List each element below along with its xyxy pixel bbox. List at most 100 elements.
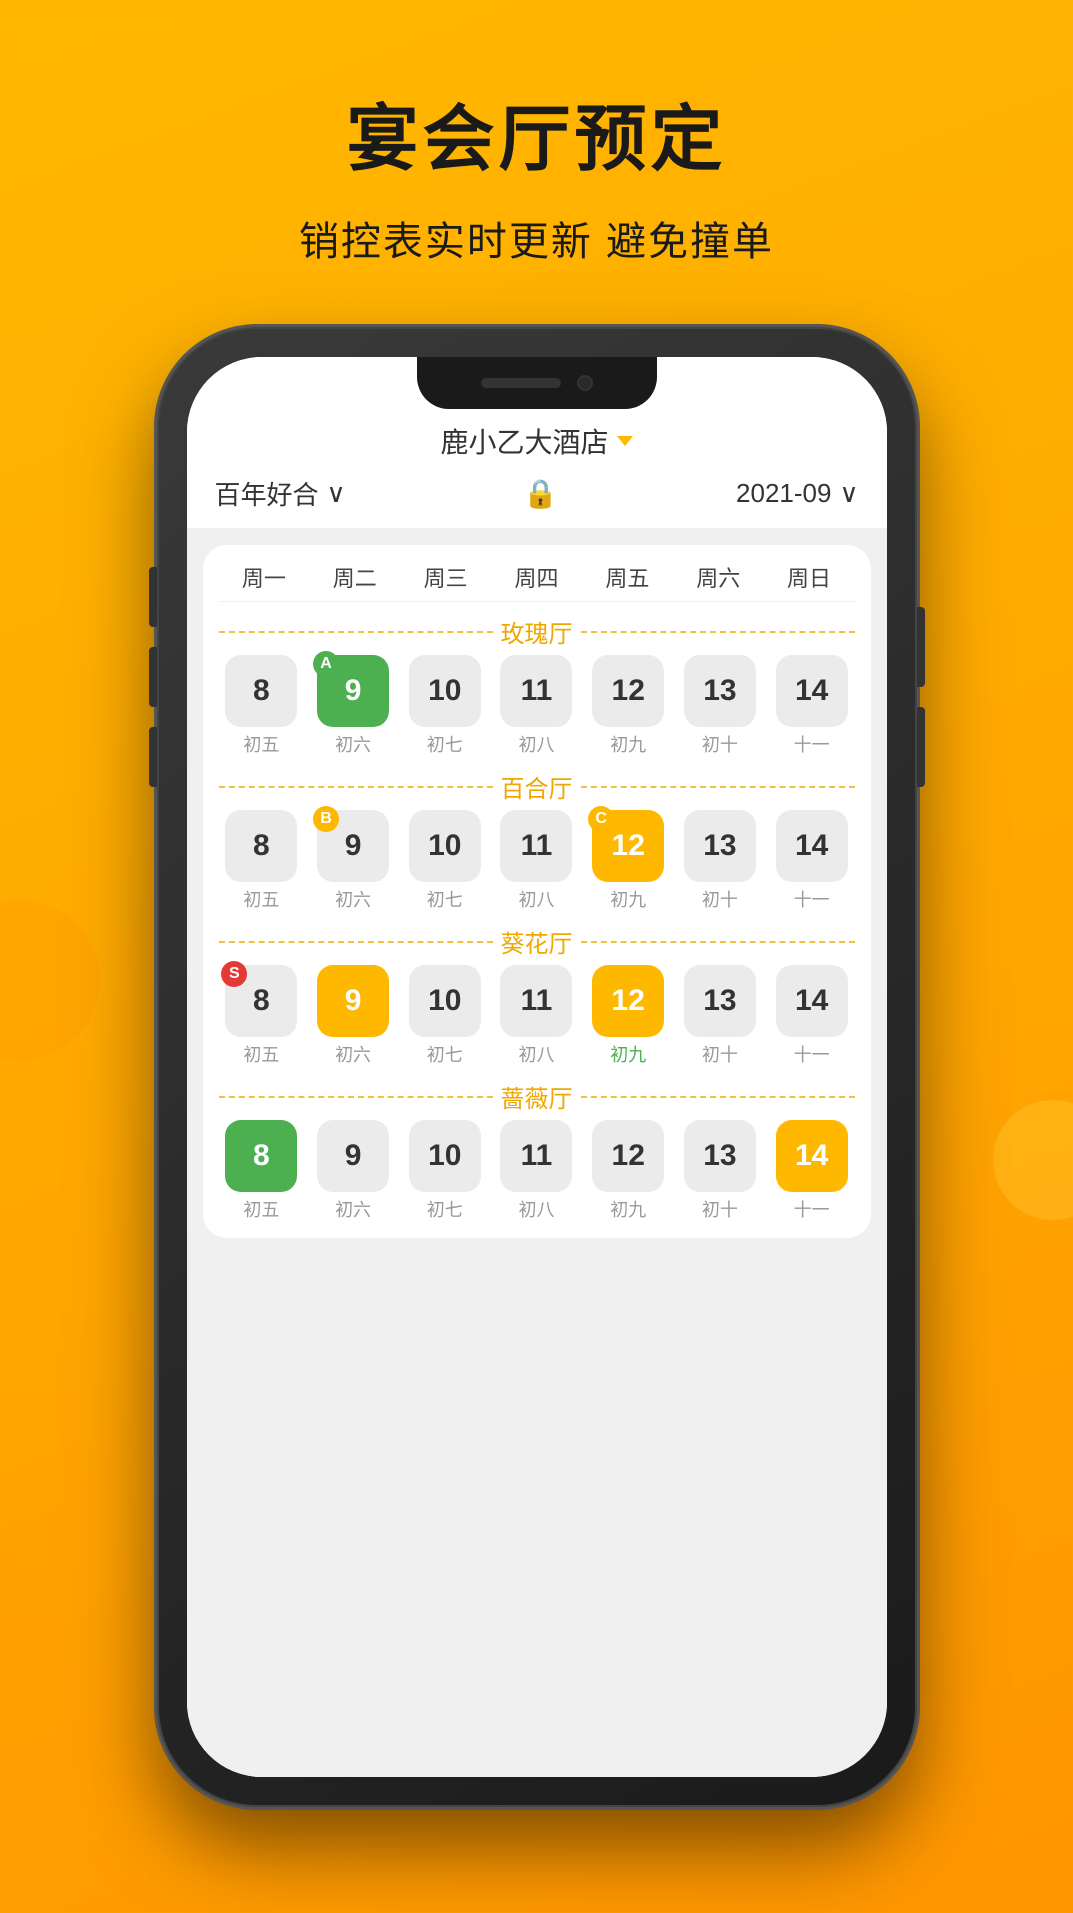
date-lunar: 初八 (518, 731, 554, 757)
date-number-wrap: 11 (500, 1120, 572, 1192)
date-lunar: 初五 (243, 731, 279, 757)
date-cell[interactable]: A9初六 (310, 655, 396, 757)
date-number-wrap: 13 (684, 1120, 756, 1192)
date-number: 10 (409, 810, 481, 882)
phone-screen: 鹿小乙大酒店 百年好合 ∨ 🔒 2021-09 ∨ (187, 357, 887, 1777)
lock-icon[interactable]: 🔒 (523, 477, 558, 510)
date-number-wrap: 9 (317, 965, 389, 1037)
date-number: 10 (409, 965, 481, 1037)
date-lunar: 初五 (243, 1041, 279, 1067)
hall-section-2: 葵花厅 S8 初五 9初六10初七11 初八 12 初九 13初十14十一 (219, 924, 855, 1067)
date-lunar: 初六 (335, 731, 371, 757)
date-lunar: 初十 (702, 731, 738, 757)
date-number: 14 (776, 655, 848, 727)
date-number-wrap: S8 (225, 965, 297, 1037)
date-number: 11 (500, 810, 572, 882)
date-lunar: 初八 (518, 1041, 554, 1067)
date-lunar: 初五 (243, 886, 279, 912)
hotel-name: 鹿小乙大酒店 (440, 421, 608, 461)
date-cell[interactable]: S8 初五 (219, 965, 305, 1067)
date-badge: B (313, 806, 339, 832)
weekday-cell: 周三 (400, 561, 491, 593)
date-cell[interactable]: 13初十 (677, 1120, 763, 1222)
phone-mockup: 鹿小乙大酒店 百年好合 ∨ 🔒 2021-09 ∨ (157, 327, 917, 1807)
date-grid: S8 初五 9初六10初七11 初八 12 初九 13初十14十一 (219, 965, 855, 1067)
date-grid: 8初五B9初六10 初七 11 初八 C12初九13初十14十一 (219, 810, 855, 912)
hall-divider: 玫瑰厅 (219, 614, 855, 649)
date-lunar: 十一 (794, 886, 830, 912)
date-cell[interactable]: B9初六 (310, 810, 396, 912)
date-cell[interactable]: 9初六 (310, 1120, 396, 1222)
date-number: 9 (317, 1120, 389, 1192)
date-number-wrap: 11 (500, 655, 572, 727)
date-number-wrap: 11 (500, 965, 572, 1037)
date-grid: 8初五9初六10初七11初八12初九13初十14 十一 (219, 1120, 855, 1222)
date-number-wrap: 12 (592, 1120, 664, 1192)
date-number: 13 (684, 655, 756, 727)
date-number: 13 (684, 1120, 756, 1192)
date-badge: A (313, 651, 339, 677)
date-lunar: 初九 (610, 886, 646, 912)
date-number-wrap: 8 (225, 655, 297, 727)
date-cell[interactable]: 13初十 (677, 965, 763, 1067)
date-chevron-icon: ∨ (839, 478, 858, 509)
hall-section-3: 蔷薇厅 8初五9初六10初七11初八12初九13初十14 十一 (219, 1079, 855, 1222)
app-content: 鹿小乙大酒店 百年好合 ∨ 🔒 2021-09 ∨ (187, 357, 887, 1777)
date-cell[interactable]: 13初十 (677, 810, 763, 912)
date-cell[interactable]: 12 初九 (585, 655, 671, 757)
date-lunar: 十一 (794, 1196, 830, 1222)
hotel-selector[interactable]: 鹿小乙大酒店 (440, 421, 632, 461)
hotel-chevron-icon (617, 436, 633, 446)
date-cell[interactable]: 11 初八 (494, 655, 580, 757)
date-lunar: 初七 (427, 886, 463, 912)
date-lunar: 初八 (518, 886, 554, 912)
date-cell[interactable]: 8 初五 (219, 655, 305, 757)
hall-selector[interactable]: 百年好合 ∨ (215, 475, 346, 512)
date-cell[interactable]: 8初五 (219, 1120, 305, 1222)
date-cell[interactable]: 11 初八 (494, 965, 580, 1067)
date-selector[interactable]: 2021-09 ∨ (736, 478, 858, 509)
date-number-wrap: 14 (776, 1120, 848, 1192)
date-cell[interactable]: 14十一 (769, 655, 855, 757)
divider-line-left (219, 941, 493, 943)
date-cell[interactable]: 9初六 (310, 965, 396, 1067)
date-number: 12 (592, 1120, 664, 1192)
date-number-wrap: B9 (317, 810, 389, 882)
date-cell[interactable]: 14 十一 (769, 1120, 855, 1222)
date-number-wrap: 14 (776, 655, 848, 727)
calendar-container: 周一周二周三周四周五周六周日 玫瑰厅8初五A9初六10初七11初八12初九13初… (187, 529, 887, 1777)
date-number-wrap: 10 (409, 1120, 481, 1192)
hall-section-1: 百合厅8初五B9初六10初七11初八C12初九13初十14十一 (219, 769, 855, 912)
date-grid: 8 初五 A9初六10初七11 初八 12 初九 13 初十 14十一 (219, 655, 855, 757)
hall-divider: 蔷薇厅 (219, 1079, 855, 1114)
date-cell[interactable]: 12初九 (585, 1120, 671, 1222)
date-cell[interactable]: 11 初八 (494, 810, 580, 912)
date-cell[interactable]: C12初九 (585, 810, 671, 912)
date-number-wrap: 12 (592, 965, 664, 1037)
date-lunar: 初九 (610, 1041, 646, 1067)
date-cell[interactable]: 10 初七 (402, 810, 488, 912)
date-cell[interactable]: 8初五 (219, 810, 305, 912)
date-lunar: 初十 (702, 1041, 738, 1067)
date-cell[interactable]: 12 初九 (585, 965, 671, 1067)
date-number-wrap: 11 (500, 810, 572, 882)
hall-divider: 葵花厅 (219, 924, 855, 959)
date-cell[interactable]: 11初八 (494, 1120, 580, 1222)
date-number-wrap: 10 (409, 655, 481, 727)
date-cell[interactable]: 10初七 (402, 1120, 488, 1222)
date-number: 11 (500, 1120, 572, 1192)
date-cell[interactable]: 13 初十 (677, 655, 763, 757)
date-cell[interactable]: 10初七 (402, 965, 488, 1067)
date-number-wrap: 12 (592, 655, 664, 727)
date-cell[interactable]: 10初七 (402, 655, 488, 757)
date-number-wrap: 10 (409, 965, 481, 1037)
weekday-cell: 周二 (309, 561, 400, 593)
divider-line-right (581, 631, 855, 633)
date-cell[interactable]: 14十一 (769, 965, 855, 1067)
hall-name: 蔷薇厅 (501, 1079, 573, 1114)
date-cell[interactable]: 14十一 (769, 810, 855, 912)
weekday-cell: 周五 (582, 561, 673, 593)
date-number-wrap: 13 (684, 810, 756, 882)
date-lunar: 初九 (610, 731, 646, 757)
date-number: 8 (225, 655, 297, 727)
